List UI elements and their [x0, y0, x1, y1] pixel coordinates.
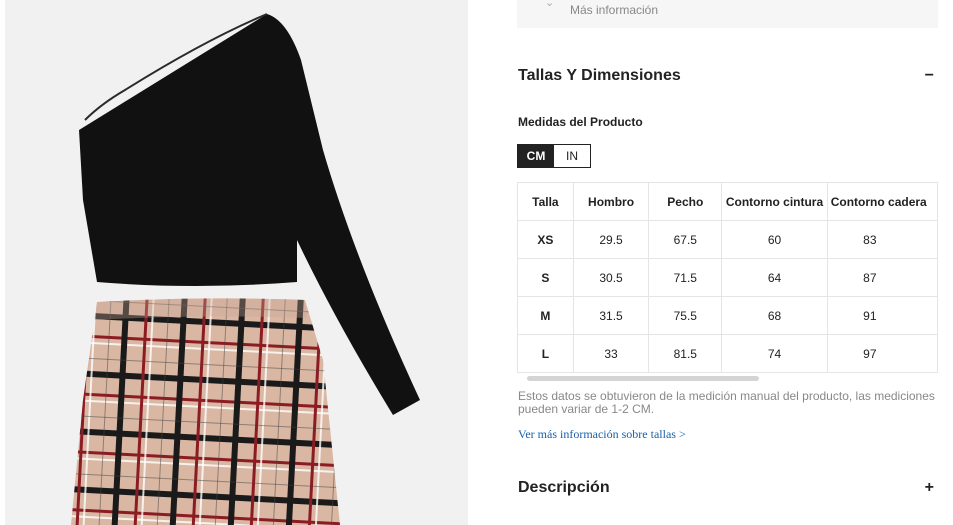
table-cell: 60 [721, 220, 828, 259]
measurement-note: Estos datos se obtuvieron de la medición… [518, 389, 935, 416]
description-title: Descripción [518, 479, 610, 496]
table-cell: 30.5 [572, 258, 650, 297]
table-row: XS 29.5 67.5 60 83 [517, 220, 938, 259]
size-cell: L [517, 334, 574, 373]
size-cell: XS [517, 220, 574, 259]
size-cell: S [517, 258, 574, 297]
chevron-icon: ⌄ [545, 0, 555, 9]
table-cell: 74 [721, 334, 828, 373]
size-table-container[interactable]: Talla Hombro Pecho Contorno cintura Cont… [517, 182, 938, 374]
table-cell: 29.5 [572, 220, 650, 259]
sizes-section-title: Tallas Y Dimensiones [518, 67, 681, 84]
table-cell: 31.5 [572, 296, 650, 335]
table-cell: 33 [572, 334, 650, 373]
product-image[interactable] [5, 0, 468, 525]
table-cell: 81.5 [648, 334, 723, 373]
more-info-label: Más información [570, 3, 659, 17]
description-section-header[interactable]: Descripción + [518, 479, 938, 497]
table-scrollbar[interactable] [527, 376, 759, 381]
size-table: Talla Hombro Pecho Contorno cintura Cont… [517, 182, 938, 373]
table-header-row: Talla Hombro Pecho Contorno cintura Cont… [517, 182, 938, 221]
header-contorno-cadera: Contorno cadera [826, 182, 938, 221]
table-row: S 30.5 71.5 64 87 [517, 258, 938, 297]
measure-title: Medidas del Producto [518, 115, 643, 129]
table-cell: 67.5 [648, 220, 723, 259]
header-hombro: Hombro [572, 182, 650, 221]
header-pecho: Pecho [648, 182, 723, 221]
table-cell: 97 [826, 334, 938, 373]
header-talla: Talla [517, 182, 574, 221]
more-info-box[interactable]: ⌄ Más información [517, 0, 938, 28]
size-cell: M [517, 296, 574, 335]
expand-toggle[interactable]: + [925, 479, 938, 497]
table-cell: 91 [826, 296, 938, 335]
table-cell: 68 [721, 296, 828, 335]
header-contorno-cintura: Contorno cintura [721, 182, 828, 221]
collapse-toggle[interactable]: − [925, 67, 938, 85]
table-cell: 71.5 [648, 258, 723, 297]
table-cell: 87 [826, 258, 938, 297]
table-cell: 64 [721, 258, 828, 297]
more-size-info-link[interactable]: Ver más información sobre tallas > [518, 427, 686, 442]
table-row: M 31.5 75.5 68 91 [517, 296, 938, 335]
table-row: L 33 81.5 74 97 [517, 334, 938, 373]
table-cell: 83 [826, 220, 938, 259]
table-cell: 75.5 [648, 296, 723, 335]
unit-toggle[interactable]: CM IN [517, 144, 591, 168]
unit-cm-button[interactable]: CM [518, 145, 554, 167]
sizes-section-header[interactable]: Tallas Y Dimensiones − [518, 67, 938, 85]
unit-in-button[interactable]: IN [554, 145, 590, 167]
